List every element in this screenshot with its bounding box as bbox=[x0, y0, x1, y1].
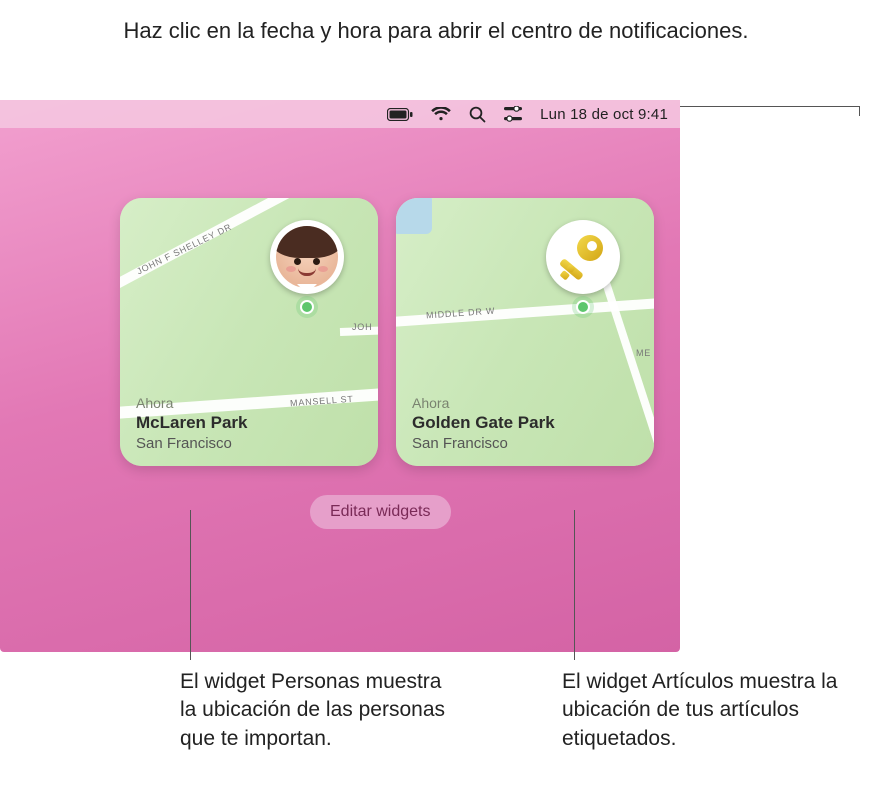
callout-text: El widget Artículos muestra la ubicación… bbox=[562, 670, 837, 750]
wifi-icon[interactable] bbox=[431, 107, 451, 121]
control-center-icon[interactable] bbox=[504, 106, 522, 122]
item-pin[interactable] bbox=[546, 220, 620, 308]
edit-widgets-button[interactable]: Editar widgets bbox=[310, 495, 451, 529]
callout-leader bbox=[190, 510, 191, 660]
city-name: San Francisco bbox=[412, 435, 638, 452]
callout-people-widget: El widget Personas muestra la ubicación … bbox=[180, 668, 460, 753]
callout-datetime-text: Haz clic en la fecha y hora para abrir e… bbox=[124, 18, 749, 43]
road-label: JOH bbox=[352, 322, 372, 332]
person-pin[interactable] bbox=[270, 220, 344, 308]
city-name: San Francisco bbox=[136, 435, 362, 452]
callout-datetime: Haz clic en la fecha y hora para abrir e… bbox=[0, 16, 872, 46]
widget-caption: Ahora McLaren Park San Francisco bbox=[136, 395, 362, 452]
road-label: ME bbox=[636, 348, 651, 358]
find-my-items-widget[interactable]: MIDDLE DR W ME bbox=[396, 198, 654, 466]
callout-items-widget: El widget Artículos muestra la ubicación… bbox=[562, 668, 842, 753]
place-name: McLaren Park bbox=[136, 413, 362, 433]
callout-text: El widget Personas muestra la ubicación … bbox=[180, 670, 445, 750]
road-label: JOHN F SHELLEY DR bbox=[135, 222, 233, 277]
callout-leader bbox=[574, 510, 575, 660]
place-name: Golden Gate Park bbox=[412, 413, 638, 433]
memoji-person-icon bbox=[276, 226, 338, 288]
key-icon bbox=[554, 228, 612, 286]
desktop-screenshot: Lun 18 de oct 9:41 JOHN F SHELLEY DR MAN… bbox=[0, 100, 680, 652]
menu-bar-datetime[interactable]: Lun 18 de oct 9:41 bbox=[540, 106, 668, 123]
timestamp-label: Ahora bbox=[136, 395, 362, 411]
timestamp-label: Ahora bbox=[412, 395, 638, 411]
find-my-people-widget[interactable]: JOHN F SHELLEY DR MANSELL ST JOH Ahora bbox=[120, 198, 378, 466]
widget-row: JOHN F SHELLEY DR MANSELL ST JOH Ahora bbox=[0, 128, 680, 466]
widget-caption: Ahora Golden Gate Park San Francisco bbox=[412, 395, 638, 452]
search-icon[interactable] bbox=[469, 106, 486, 123]
battery-icon[interactable] bbox=[387, 108, 413, 121]
menu-bar: Lun 18 de oct 9:41 bbox=[0, 100, 680, 128]
